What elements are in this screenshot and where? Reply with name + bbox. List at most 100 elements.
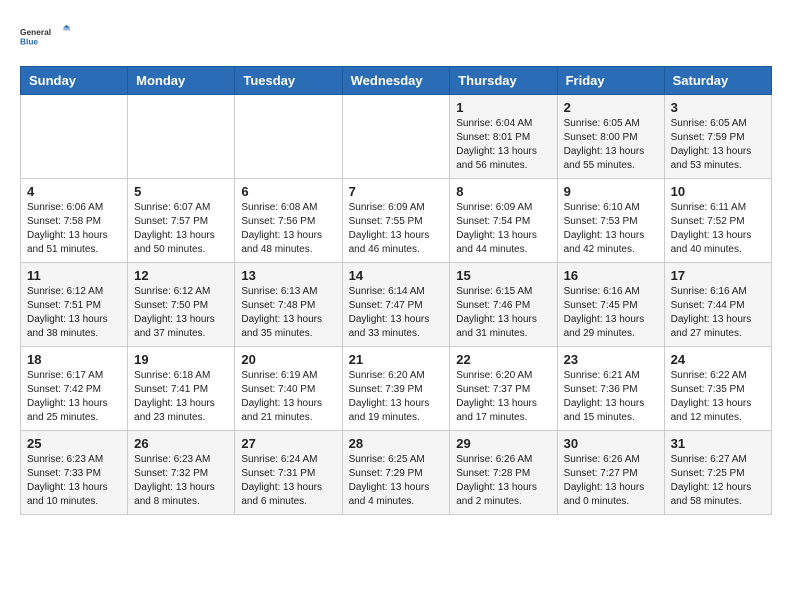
day-number: 21 bbox=[349, 352, 444, 367]
day-number: 19 bbox=[134, 352, 228, 367]
calendar-cell: 15 Sunrise: 6:15 AM Sunset: 7:46 PM Dayli… bbox=[450, 263, 557, 347]
calendar-cell bbox=[342, 95, 450, 179]
day-number: 2 bbox=[564, 100, 658, 115]
calendar-cell: 26 Sunrise: 6:23 AM Sunset: 7:32 PM Dayli… bbox=[128, 431, 235, 515]
day-info: Sunrise: 6:22 AM Sunset: 7:35 PM Dayligh… bbox=[671, 369, 765, 425]
day-info: Sunrise: 6:09 AM Sunset: 7:54 PM Dayligh… bbox=[456, 201, 550, 257]
day-number: 1 bbox=[456, 100, 550, 115]
calendar-cell: 23 Sunrise: 6:21 AM Sunset: 7:36 PM Dayli… bbox=[557, 347, 664, 431]
day-info: Sunrise: 6:12 AM Sunset: 7:50 PM Dayligh… bbox=[134, 285, 228, 341]
calendar-cell: 19Sunrise: 6:18 AM Sunset: 7:41 PM Dayli… bbox=[128, 347, 235, 431]
day-info: Sunrise: 6:27 AM Sunset: 7:25 PM Dayligh… bbox=[671, 453, 765, 509]
day-number: 8 bbox=[456, 184, 550, 199]
calendar-cell: 12Sunrise: 6:12 AM Sunset: 7:50 PM Dayli… bbox=[128, 263, 235, 347]
day-info: Sunrise: 6:05 AM Sunset: 7:59 PM Dayligh… bbox=[671, 117, 765, 173]
calendar-cell: 1 Sunrise: 6:04 AM Sunset: 8:01 PM Daylig… bbox=[450, 95, 557, 179]
day-number: 29 bbox=[456, 436, 550, 451]
day-info: Sunrise: 6:04 AM Sunset: 8:01 PM Dayligh… bbox=[456, 117, 550, 173]
calendar-cell: 5Sunrise: 6:07 AM Sunset: 7:57 PM Daylig… bbox=[128, 179, 235, 263]
calendar-cell: 28 Sunrise: 6:25 AM Sunset: 7:29 PM Dayli… bbox=[342, 431, 450, 515]
day-info: Sunrise: 6:06 AM Sunset: 7:58 PM Dayligh… bbox=[27, 201, 121, 257]
calendar-cell: 10 Sunrise: 6:11 AM Sunset: 7:52 PM Dayli… bbox=[664, 179, 771, 263]
day-number: 27 bbox=[241, 436, 335, 451]
day-number: 23 bbox=[564, 352, 658, 367]
day-info: Sunrise: 6:10 AM Sunset: 7:53 PM Dayligh… bbox=[564, 201, 658, 257]
day-info: Sunrise: 6:23 AM Sunset: 7:33 PM Dayligh… bbox=[27, 453, 121, 509]
calendar-cell bbox=[235, 95, 342, 179]
day-info: Sunrise: 6:25 AM Sunset: 7:29 PM Dayligh… bbox=[349, 453, 444, 509]
calendar-cell: 14Sunrise: 6:14 AM Sunset: 7:47 PM Dayli… bbox=[342, 263, 450, 347]
calendar-cell: 31 Sunrise: 6:27 AM Sunset: 7:25 PM Dayli… bbox=[664, 431, 771, 515]
day-info: Sunrise: 6:09 AM Sunset: 7:55 PM Dayligh… bbox=[349, 201, 444, 257]
day-info: Sunrise: 6:26 AM Sunset: 7:27 PM Dayligh… bbox=[564, 453, 658, 509]
day-info: Sunrise: 6:14 AM Sunset: 7:47 PM Dayligh… bbox=[349, 285, 444, 341]
day-number: 17 bbox=[671, 268, 765, 283]
day-number: 30 bbox=[564, 436, 658, 451]
day-info: Sunrise: 6:08 AM Sunset: 7:56 PM Dayligh… bbox=[241, 201, 335, 257]
calendar-cell: 16 Sunrise: 6:16 AM Sunset: 7:45 PM Dayli… bbox=[557, 263, 664, 347]
day-info: Sunrise: 6:16 AM Sunset: 7:45 PM Dayligh… bbox=[564, 285, 658, 341]
col-header-saturday: Saturday bbox=[664, 67, 771, 95]
calendar-week-row: 25 Sunrise: 6:23 AM Sunset: 7:33 PM Dayli… bbox=[21, 431, 772, 515]
calendar-cell: 3 Sunrise: 6:05 AM Sunset: 7:59 PM Daylig… bbox=[664, 95, 771, 179]
day-number: 9 bbox=[564, 184, 658, 199]
day-info: Sunrise: 6:13 AM Sunset: 7:48 PM Dayligh… bbox=[241, 285, 335, 341]
day-number: 18 bbox=[27, 352, 121, 367]
day-number: 28 bbox=[349, 436, 444, 451]
col-header-wednesday: Wednesday bbox=[342, 67, 450, 95]
day-info: Sunrise: 6:16 AM Sunset: 7:44 PM Dayligh… bbox=[671, 285, 765, 341]
col-header-monday: Monday bbox=[128, 67, 235, 95]
calendar-cell: 25 Sunrise: 6:23 AM Sunset: 7:33 PM Dayli… bbox=[21, 431, 128, 515]
day-number: 7 bbox=[349, 184, 444, 199]
calendar-week-row: 4 Sunrise: 6:06 AM Sunset: 7:58 PM Daylig… bbox=[21, 179, 772, 263]
day-info: Sunrise: 6:05 AM Sunset: 8:00 PM Dayligh… bbox=[564, 117, 658, 173]
day-info: Sunrise: 6:12 AM Sunset: 7:51 PM Dayligh… bbox=[27, 285, 121, 341]
calendar-cell: 21 Sunrise: 6:20 AM Sunset: 7:39 PM Dayli… bbox=[342, 347, 450, 431]
calendar-cell: 7 Sunrise: 6:09 AM Sunset: 7:55 PM Daylig… bbox=[342, 179, 450, 263]
day-number: 26 bbox=[134, 436, 228, 451]
day-number: 4 bbox=[27, 184, 121, 199]
day-info: Sunrise: 6:15 AM Sunset: 7:46 PM Dayligh… bbox=[456, 285, 550, 341]
calendar-cell: 13Sunrise: 6:13 AM Sunset: 7:48 PM Dayli… bbox=[235, 263, 342, 347]
calendar-week-row: 18Sunrise: 6:17 AM Sunset: 7:42 PM Dayli… bbox=[21, 347, 772, 431]
svg-text:Blue: Blue bbox=[20, 36, 38, 46]
day-number: 20 bbox=[241, 352, 335, 367]
calendar: SundayMondayTuesdayWednesdayThursdayFrid… bbox=[20, 66, 772, 515]
calendar-week-row: 11 Sunrise: 6:12 AM Sunset: 7:51 PM Dayli… bbox=[21, 263, 772, 347]
calendar-cell: 4 Sunrise: 6:06 AM Sunset: 7:58 PM Daylig… bbox=[21, 179, 128, 263]
calendar-cell bbox=[128, 95, 235, 179]
calendar-cell: 27Sunrise: 6:24 AM Sunset: 7:31 PM Dayli… bbox=[235, 431, 342, 515]
logo-svg: General Blue bbox=[20, 16, 70, 56]
day-info: Sunrise: 6:23 AM Sunset: 7:32 PM Dayligh… bbox=[134, 453, 228, 509]
col-header-thursday: Thursday bbox=[450, 67, 557, 95]
day-number: 6 bbox=[241, 184, 335, 199]
calendar-cell bbox=[21, 95, 128, 179]
header: General Blue bbox=[20, 16, 772, 56]
day-number: 31 bbox=[671, 436, 765, 451]
day-number: 16 bbox=[564, 268, 658, 283]
day-info: Sunrise: 6:20 AM Sunset: 7:37 PM Dayligh… bbox=[456, 369, 550, 425]
calendar-cell: 24 Sunrise: 6:22 AM Sunset: 7:35 PM Dayli… bbox=[664, 347, 771, 431]
day-number: 25 bbox=[27, 436, 121, 451]
calendar-cell: 30 Sunrise: 6:26 AM Sunset: 7:27 PM Dayli… bbox=[557, 431, 664, 515]
day-info: Sunrise: 6:20 AM Sunset: 7:39 PM Dayligh… bbox=[349, 369, 444, 425]
calendar-cell: 29Sunrise: 6:26 AM Sunset: 7:28 PM Dayli… bbox=[450, 431, 557, 515]
calendar-cell: 11 Sunrise: 6:12 AM Sunset: 7:51 PM Dayli… bbox=[21, 263, 128, 347]
day-number: 22 bbox=[456, 352, 550, 367]
col-header-sunday: Sunday bbox=[21, 67, 128, 95]
day-info: Sunrise: 6:11 AM Sunset: 7:52 PM Dayligh… bbox=[671, 201, 765, 257]
calendar-cell: 6 Sunrise: 6:08 AM Sunset: 7:56 PM Daylig… bbox=[235, 179, 342, 263]
day-info: Sunrise: 6:07 AM Sunset: 7:57 PM Dayligh… bbox=[134, 201, 228, 257]
calendar-cell: 8 Sunrise: 6:09 AM Sunset: 7:54 PM Daylig… bbox=[450, 179, 557, 263]
calendar-cell: 22 Sunrise: 6:20 AM Sunset: 7:37 PM Dayli… bbox=[450, 347, 557, 431]
day-number: 3 bbox=[671, 100, 765, 115]
calendar-cell: 2 Sunrise: 6:05 AM Sunset: 8:00 PM Daylig… bbox=[557, 95, 664, 179]
col-header-friday: Friday bbox=[557, 67, 664, 95]
calendar-week-row: 1 Sunrise: 6:04 AM Sunset: 8:01 PM Daylig… bbox=[21, 95, 772, 179]
calendar-cell: 20Sunrise: 6:19 AM Sunset: 7:40 PM Dayli… bbox=[235, 347, 342, 431]
day-number: 15 bbox=[456, 268, 550, 283]
day-number: 11 bbox=[27, 268, 121, 283]
day-number: 10 bbox=[671, 184, 765, 199]
day-info: Sunrise: 6:21 AM Sunset: 7:36 PM Dayligh… bbox=[564, 369, 658, 425]
day-number: 24 bbox=[671, 352, 765, 367]
